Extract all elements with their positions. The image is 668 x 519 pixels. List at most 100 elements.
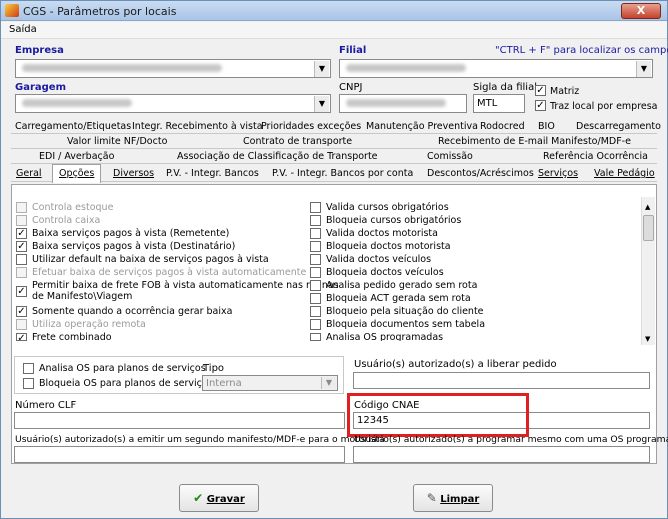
gravar-button[interactable]: ✔ Gravar: [179, 484, 259, 512]
opt-bloqueia-doctos-motorista-checkbox[interactable]: [310, 241, 321, 252]
tab-prioridades[interactable]: Prioridades exceções: [261, 121, 361, 132]
chevron-down-icon[interactable]: ▼: [314, 61, 329, 77]
options-list: Controla estoque Controla caixa ✓ Baixa …: [14, 196, 654, 344]
main-window: CGS - Parâmetros por locais X Saída Empr…: [0, 0, 668, 519]
tipo-select[interactable]: Interna ▼: [202, 375, 338, 391]
search-hint: "CTRL + F" para localizar os campos: [495, 45, 668, 56]
numero-clf-label: Número CLF: [15, 400, 77, 411]
opt-permitir-fob-checkbox[interactable]: ✓: [16, 286, 27, 297]
opt-baixa-remetente-checkbox[interactable]: ✓: [16, 228, 27, 239]
opt-bloqueia-documentos-checkbox[interactable]: [310, 319, 321, 330]
tab-vale-pedagio[interactable]: Vale Pedágio: [594, 168, 655, 179]
opt-operacao-remota-checkbox[interactable]: [16, 319, 27, 330]
scroll-thumb[interactable]: [643, 215, 654, 241]
title-bar: CGS - Parâmetros por locais X: [1, 1, 667, 21]
tab-row-2-line: [11, 148, 657, 149]
sigla-field[interactable]: MTL: [473, 94, 525, 113]
opt-controla-caixa-label: Controla caixa: [32, 215, 101, 226]
tipo-label: Tipo: [203, 363, 225, 374]
tab-row-4-line: [11, 181, 657, 182]
opt-valida-cursos-checkbox[interactable]: [310, 202, 321, 213]
empresa-select[interactable]: ▼: [15, 59, 331, 78]
opt-frete-combinado-checkbox[interactable]: ✓: [16, 333, 27, 341]
usuario-manifesto-field[interactable]: [14, 446, 345, 463]
tab-pv-bancos-conta[interactable]: P.V. - Integr. Bancos por conta: [272, 168, 413, 179]
opt-valida-doctos-veiculos-label: Valida doctos veículos: [326, 254, 432, 265]
tab-row-1-line: [11, 133, 657, 134]
chevron-down-icon[interactable]: ▼: [321, 377, 336, 389]
filial-select[interactable]: ▼: [339, 59, 653, 78]
menu-saida[interactable]: Saída: [9, 24, 37, 35]
tab-rodocred[interactable]: Rodocred: [480, 121, 525, 132]
filial-label: Filial: [339, 45, 367, 56]
tab-carregamento[interactable]: Carregamento/Etiquetas: [15, 121, 131, 132]
tab-bio[interactable]: BIO: [538, 121, 555, 132]
opt-bloqueia-doctos-veiculos-label: Bloqueia doctos veículos: [326, 267, 444, 278]
tab-valor-limite[interactable]: Valor limite NF/Docto: [67, 136, 167, 147]
tab-manutencao[interactable]: Manutenção Preventiva: [366, 121, 478, 132]
cnpj-field[interactable]: [339, 94, 467, 113]
close-button[interactable]: X: [621, 3, 661, 19]
tab-integr-recebimento[interactable]: Integr. Recebimento à vista: [132, 121, 263, 132]
opt-bloqueia-documentos-label: Bloqueia documentos sem tabela: [326, 319, 486, 330]
opt-baixa-destinatario-checkbox[interactable]: ✓: [16, 241, 27, 252]
tab-geral[interactable]: Geral: [16, 168, 42, 179]
tab-opcoes[interactable]: Opções: [52, 164, 102, 183]
tab-recebimento-email[interactable]: Recebimento de E-mail Manifesto/MDF-e: [438, 136, 631, 147]
opt-controla-estoque-label: Controla estoque: [32, 202, 114, 213]
garagem-select[interactable]: ▼: [15, 94, 331, 113]
opt-baixa-destinatario-label: Baixa serviços pagos à vista (Destinatár…: [32, 241, 236, 252]
scroll-down-icon[interactable]: ▼: [645, 335, 650, 343]
tab-pv-bancos[interactable]: P.V. - Integr. Bancos: [166, 168, 259, 179]
tab-comissao[interactable]: Comissão: [427, 151, 473, 162]
tab-descarregamento[interactable]: Descarregamento: [576, 121, 661, 132]
opt-utilizar-default-checkbox[interactable]: [16, 254, 27, 265]
opt-utilizar-default-label: Utilizar default na baixa de serviços pa…: [32, 254, 269, 265]
opt-bloqueia-doctos-veiculos-checkbox[interactable]: [310, 267, 321, 278]
opt-bloqueio-cliente-checkbox[interactable]: [310, 306, 321, 317]
opt-bloqueia-cursos-label: Bloqueia cursos obrigatórios: [326, 215, 462, 226]
tab-diversos[interactable]: Diversos: [113, 168, 154, 179]
limpar-button[interactable]: ✎ Limpar: [413, 484, 493, 512]
opt-analisa-os-checkbox[interactable]: [310, 333, 321, 341]
chevron-down-icon[interactable]: ▼: [636, 61, 651, 77]
opt-efetuar-baixa-checkbox[interactable]: [16, 267, 27, 278]
numero-clf-field[interactable]: [14, 412, 345, 429]
opt-somente-ocorrencia-checkbox[interactable]: ✓: [16, 306, 27, 317]
scroll-up-icon[interactable]: ▲: [645, 203, 650, 211]
opt-valida-doctos-veiculos-checkbox[interactable]: [310, 254, 321, 265]
opt-analisa-os-label: Analisa OS programadas: [326, 332, 444, 341]
traz-local-checkbox[interactable]: ✓: [535, 100, 546, 111]
usuario-manifesto-label: Usuário(s) autorizado(s) a emitir um seg…: [15, 434, 385, 445]
opt-controla-estoque-checkbox[interactable]: [16, 202, 27, 213]
opt-valida-doctos-motorista-checkbox[interactable]: [310, 228, 321, 239]
opt-bloqueia-act-checkbox[interactable]: [310, 293, 321, 304]
opt-somente-ocorrencia-label: Somente quando a ocorrência gerar baixa: [32, 306, 233, 317]
window-title: CGS - Parâmetros por locais: [23, 5, 177, 18]
chevron-down-icon[interactable]: ▼: [314, 96, 329, 112]
options-scrollbar[interactable]: ▲ ▼: [641, 197, 655, 345]
tab-servicos[interactable]: Serviços: [538, 168, 578, 179]
gravar-label: Gravar: [206, 494, 245, 505]
opt-valida-doctos-motorista-label: Valida doctos motorista: [326, 228, 438, 239]
opt-bloqueia-act-label: Bloqueia ACT gerada sem rota: [326, 293, 471, 304]
cnpj-label: CNPJ: [339, 82, 363, 93]
tab-edi[interactable]: EDI / Averbação: [39, 151, 114, 162]
tab-contrato[interactable]: Contrato de transporte: [243, 136, 352, 147]
opt-analisa-pedido-label: Analisa pedido gerado sem rota: [326, 280, 478, 291]
opt-bloqueia-cursos-checkbox[interactable]: [310, 215, 321, 226]
usuario-liberar-field[interactable]: [353, 372, 650, 389]
opt-analisa-pedido-checkbox[interactable]: [310, 280, 321, 291]
matriz-checkbox[interactable]: ✓: [535, 85, 546, 96]
garagem-label: Garagem: [15, 82, 66, 93]
usuario-programar-field[interactable]: [353, 446, 650, 463]
menu-bar: Saída: [1, 22, 667, 39]
opt-controla-caixa-checkbox[interactable]: [16, 215, 27, 226]
analisa-os-checkbox[interactable]: [23, 363, 34, 374]
tab-associacao[interactable]: Associação de Classificação de Transport…: [177, 151, 378, 162]
check-icon: ✔: [193, 491, 204, 505]
tab-descontos[interactable]: Descontos/Acréscimos: [427, 168, 534, 179]
usuario-liberar-label: Usuário(s) autorizado(s) a liberar pedid…: [354, 359, 557, 370]
bloqueia-os-checkbox[interactable]: [23, 378, 34, 389]
tab-referencia[interactable]: Referência Ocorrência: [543, 151, 648, 162]
